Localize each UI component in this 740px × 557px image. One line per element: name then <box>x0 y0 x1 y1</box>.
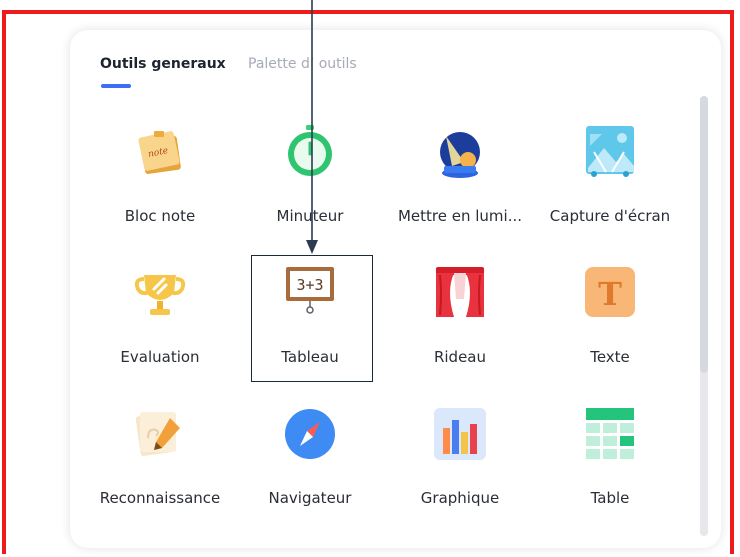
annotation-arrow <box>306 0 318 254</box>
